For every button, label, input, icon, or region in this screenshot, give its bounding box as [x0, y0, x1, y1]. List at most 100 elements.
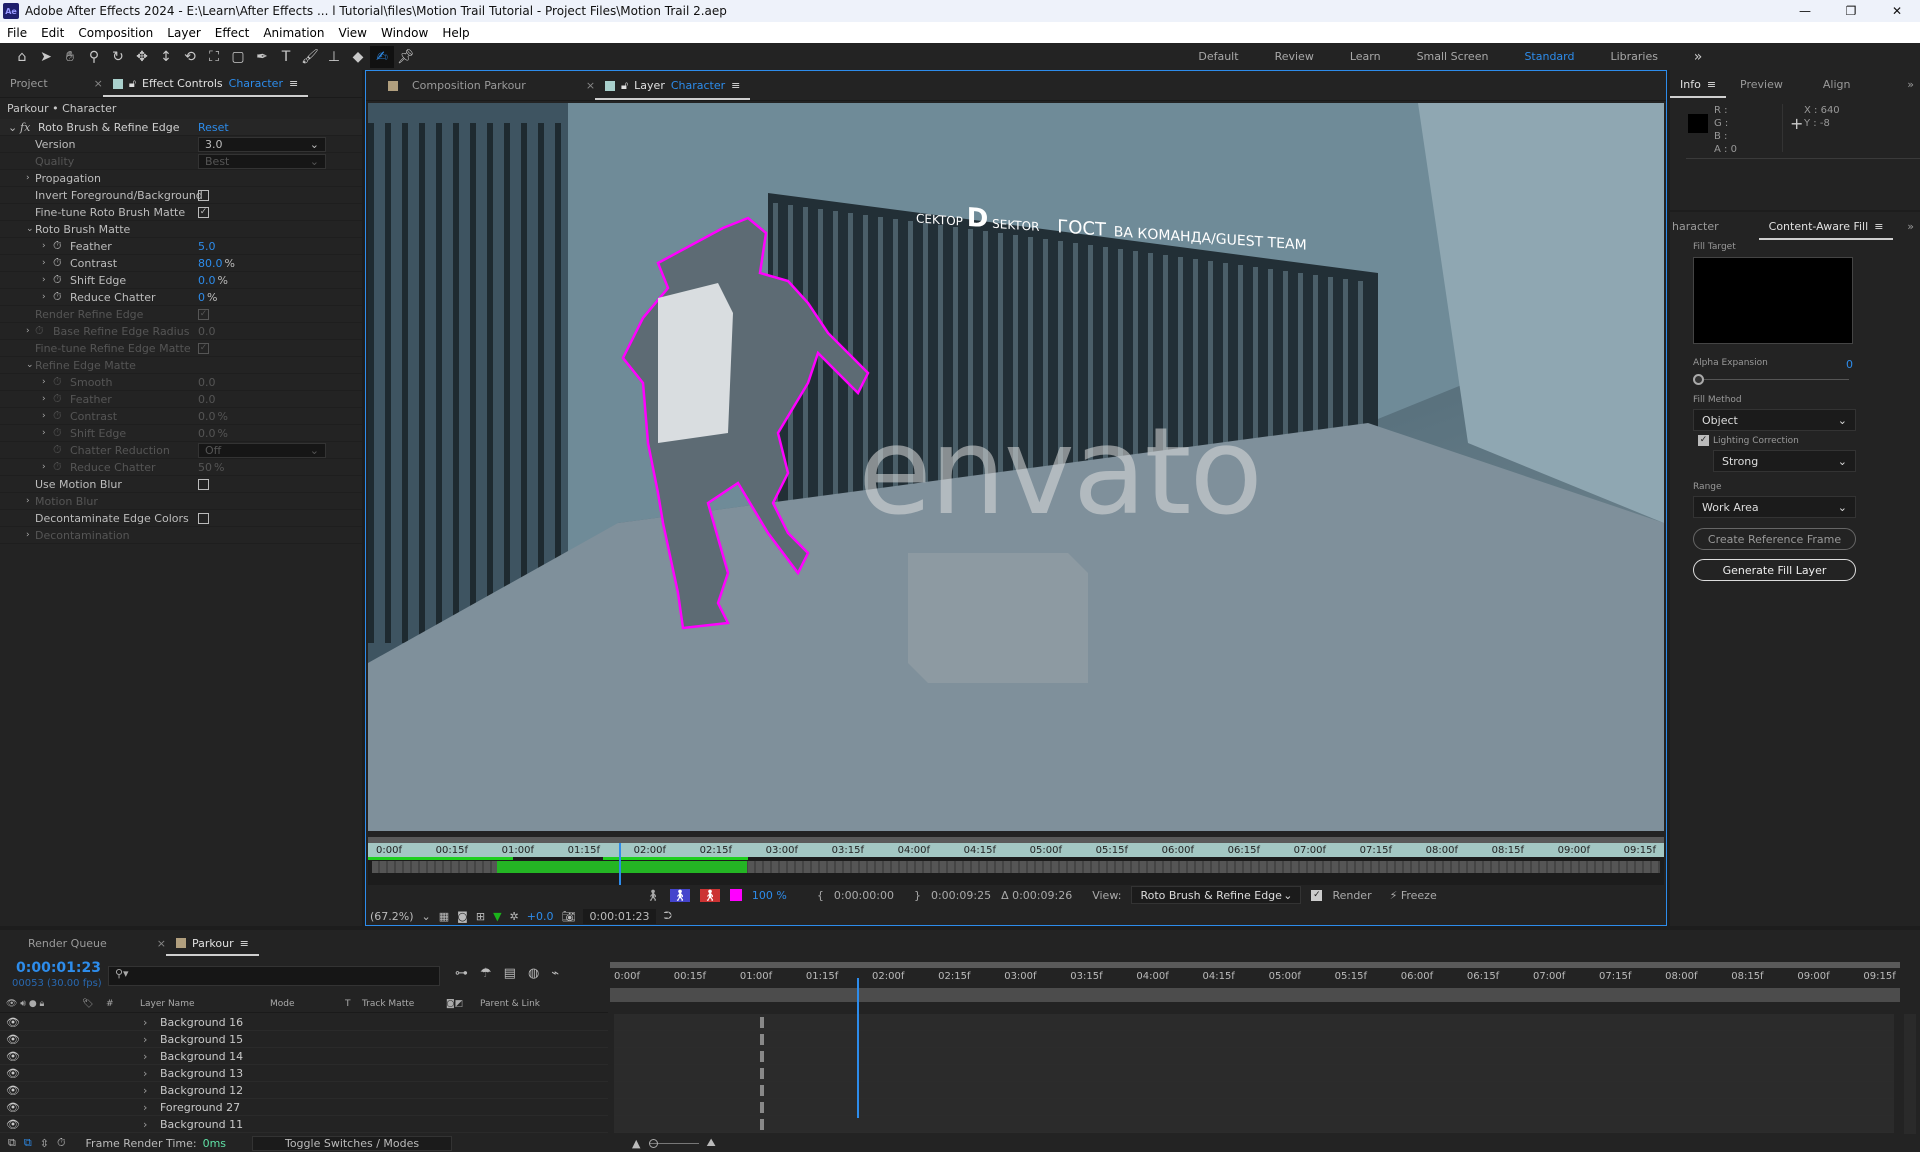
lighting-strength-dropdown[interactable]: Strong ⌄ — [1713, 450, 1856, 472]
selection-icon[interactable]: ➤ — [34, 46, 58, 68]
puppet-pin-icon[interactable]: 📌︎ — [394, 46, 418, 68]
generate-fill-layer-button[interactable]: Generate Fill Layer — [1693, 559, 1856, 581]
type-icon[interactable]: T — [274, 46, 298, 68]
menu-file[interactable]: File — [0, 26, 34, 40]
chevron-right-icon[interactable]: › — [143, 1101, 147, 1114]
create-reference-frame-button[interactable]: Create Reference Frame — [1693, 528, 1856, 550]
checkbox[interactable]: ✓ — [198, 206, 209, 218]
menu-animation[interactable]: Animation — [256, 26, 331, 40]
layer-name[interactable]: Background 16 — [160, 1016, 243, 1029]
chevron-right-icon[interactable]: › — [42, 258, 46, 268]
rectangle-icon[interactable]: ▢ — [226, 46, 250, 68]
visibility-eye-icon[interactable]: 👁︎ — [6, 1033, 20, 1046]
timeline-scrollbar[interactable] — [1904, 1014, 1916, 1134]
dropdown[interactable]: Off ⌄ — [198, 442, 326, 458]
zoom-icon[interactable]: ⚲ — [82, 46, 106, 68]
pen-icon[interactable]: ✒︎ — [250, 46, 274, 68]
alpha-boundary-icon[interactable]: 🚶︎ — [699, 888, 720, 902]
layer-track[interactable] — [614, 1014, 1894, 1031]
layer-row[interactable]: 👁︎ › Background 16 — [0, 1014, 608, 1031]
minimize-button[interactable]: — — [1782, 4, 1828, 18]
menu-composition[interactable]: Composition — [71, 26, 160, 40]
layer-name[interactable]: Foreground 27 — [160, 1101, 240, 1114]
checkbox[interactable]: ✓ — [198, 308, 209, 320]
column-track-matte[interactable]: Track Matte — [362, 999, 414, 1009]
visibility-eye-icon[interactable]: 👁︎ — [6, 1084, 20, 1097]
keyframe-marker[interactable] — [760, 1085, 764, 1096]
workspace-standard[interactable]: Standard — [1506, 50, 1592, 63]
stopwatch-icon[interactable]: ⏱︎ — [53, 409, 62, 423]
transfer-controls-icon[interactable]: ⧉ — [24, 1136, 32, 1150]
alpha-expansion-slider[interactable] — [1693, 373, 1853, 387]
layer-track[interactable] — [614, 1082, 1894, 1099]
exposure-value[interactable]: +0.0 — [527, 910, 554, 923]
toggle-switches-modes-button[interactable]: Toggle Switches / Modes — [252, 1135, 453, 1151]
mask-toggle-icon[interactable]: ◙ — [457, 910, 468, 923]
snapshot-icon[interactable]: 📷︎ — [561, 910, 575, 923]
chevron-right-icon[interactable]: › — [143, 1067, 147, 1080]
dropdown[interactable]: Best ⌄ — [198, 153, 326, 169]
menu-effect[interactable]: Effect — [208, 26, 257, 40]
param-value[interactable]: 0.0 — [198, 376, 216, 389]
panel-overflow-icon[interactable]: » — [1686, 46, 1710, 68]
pan-icon[interactable]: ✥ — [130, 46, 154, 68]
visibility-eye-icon[interactable]: 👁︎ — [6, 1101, 20, 1114]
param-value[interactable]: 80.0 — [198, 257, 223, 270]
workspace-default[interactable]: Default — [1180, 50, 1256, 63]
layer-name[interactable]: Background 14 — [160, 1050, 243, 1063]
param-value[interactable]: 0.0 — [198, 393, 216, 406]
param-value[interactable]: 50 — [198, 461, 212, 474]
param-value[interactable]: 0.0 — [198, 325, 216, 338]
layer-track[interactable] — [614, 1099, 1894, 1116]
stopwatch-icon[interactable]: ⏱︎ — [53, 460, 62, 474]
chevron-right-icon[interactable]: › — [26, 496, 30, 506]
close-tab-icon[interactable]: × — [94, 77, 103, 90]
out-time[interactable]: 0:00:09:25 — [931, 889, 991, 902]
menu-layer[interactable]: Layer — [160, 26, 207, 40]
graph-editor-icon[interactable]: ⌁ — [551, 966, 559, 981]
chevron-right-icon[interactable]: › — [42, 377, 46, 387]
chevron-right-icon[interactable]: › — [143, 1050, 147, 1063]
chevron-down-icon[interactable]: ⌄ — [8, 121, 17, 134]
home-icon[interactable]: ⌂ — [10, 46, 34, 68]
layer-row[interactable]: 👁︎ › Background 11 — [0, 1116, 608, 1133]
freeze-button[interactable]: ⚡︎ Freeze — [1390, 889, 1437, 902]
in-time[interactable]: 0:00:00:00 — [834, 889, 894, 902]
layer-track[interactable] — [614, 1116, 1894, 1133]
layer-search-input[interactable]: ⚲▾ — [108, 966, 440, 986]
view-dropdown[interactable]: Roto Brush & Refine Edge ⌄ — [1131, 886, 1302, 904]
param-value[interactable]: 0.0 — [198, 427, 216, 440]
layer-row[interactable]: 👁︎ › Background 12 — [0, 1082, 608, 1099]
panel-overflow-icon[interactable]: » — [1907, 220, 1914, 233]
lock-icon[interactable]: 🔓︎ — [621, 79, 628, 93]
propagation-track[interactable] — [372, 861, 1660, 873]
rotate-icon[interactable]: ⟲ — [178, 46, 202, 68]
layer-row[interactable]: 👁︎ › Background 14 — [0, 1048, 608, 1065]
tab-content-aware-fill[interactable]: Content-Aware Fill ≡ — [1759, 212, 1894, 240]
stopwatch-icon[interactable]: ⏱︎ — [53, 239, 62, 253]
menu-window[interactable]: Window — [374, 26, 435, 40]
layer-name[interactable]: Background 11 — [160, 1118, 243, 1131]
overlay-opacity[interactable]: 100 % — [752, 889, 787, 902]
visibility-eye-icon[interactable]: 👁︎ — [6, 1050, 20, 1063]
brush-icon[interactable]: 🖌︎ — [298, 46, 322, 68]
menu-view[interactable]: View — [332, 26, 374, 40]
hand-icon[interactable]: ✋︎ — [58, 46, 82, 68]
keyframe-marker[interactable] — [760, 1034, 764, 1045]
keyframe-marker[interactable] — [760, 1119, 764, 1130]
chevron-right-icon[interactable]: › — [42, 411, 46, 421]
close-button[interactable]: ✕ — [1874, 4, 1920, 18]
stopwatch-icon[interactable]: ⏱︎ — [53, 273, 62, 287]
column-layer-name[interactable]: Layer Name — [140, 999, 195, 1009]
eraser-icon[interactable]: ◆ — [346, 46, 370, 68]
dolly-icon[interactable]: ↕ — [154, 46, 178, 68]
playhead[interactable] — [619, 843, 622, 885]
tab-info[interactable]: Info ≡ — [1670, 70, 1726, 98]
panel-overflow-icon[interactable]: » — [1907, 78, 1914, 91]
frame-blending-icon[interactable]: ▤ — [504, 966, 516, 981]
stopwatch-icon[interactable]: ⏱︎ — [53, 392, 62, 406]
checkbox[interactable]: ✓ — [198, 342, 209, 354]
param-value[interactable]: 0 — [198, 291, 205, 304]
menu-help[interactable]: Help — [435, 26, 476, 40]
close-tab-icon[interactable]: × — [157, 937, 166, 950]
